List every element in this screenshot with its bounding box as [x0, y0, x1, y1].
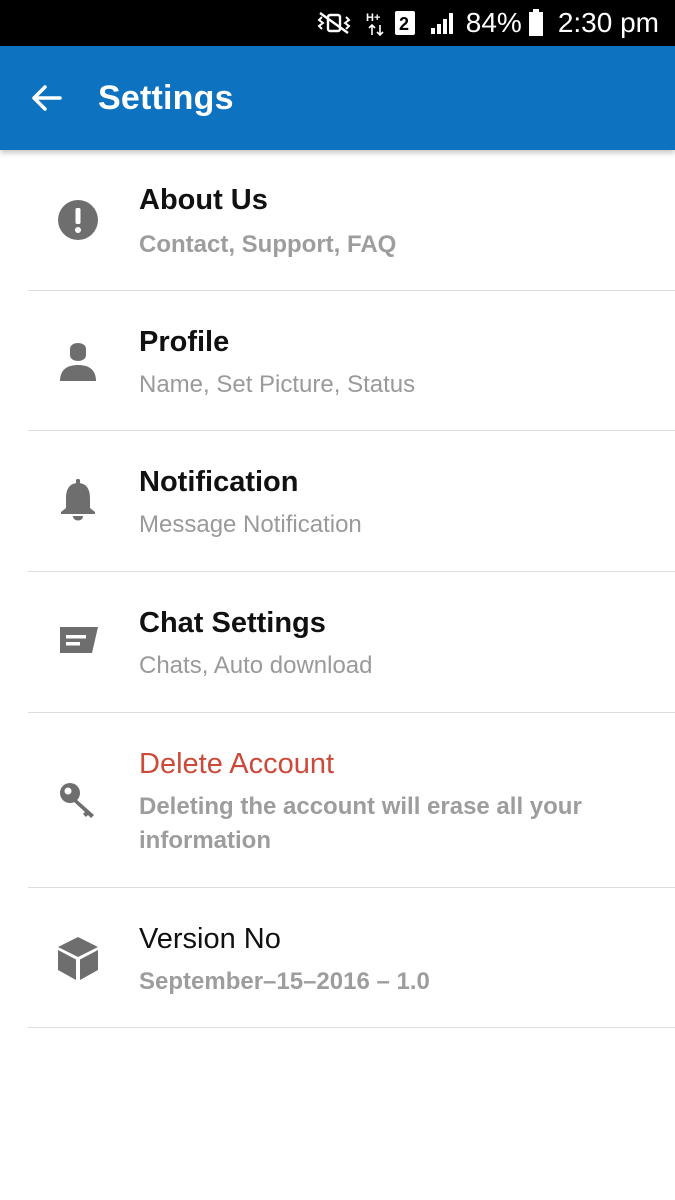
signal-icon [430, 11, 456, 35]
key-icon [54, 777, 102, 825]
page-title: Settings [98, 78, 234, 117]
item-subtitle: Deleting the account will erase all your… [139, 793, 582, 854]
item-title: Chat Settings [139, 607, 326, 639]
item-subtitle: Contact, Support, FAQ [139, 231, 397, 258]
alert-circle-icon [54, 196, 102, 244]
item-subtitle: Chats, Auto download [139, 652, 373, 679]
item-title: Delete Account [139, 748, 335, 780]
settings-item-about-us[interactable]: About Us Contact, Support, FAQ [28, 150, 675, 291]
chat-icon [54, 618, 102, 666]
settings-item-chat-settings[interactable]: Chat Settings Chats, Auto download [28, 572, 675, 713]
settings-list: About Us Contact, Support, FAQ Profile N… [0, 150, 675, 1028]
box-icon [54, 934, 102, 982]
status-bar: H+ 2 84% 2:30 pm [0, 0, 675, 46]
settings-item-profile[interactable]: Profile Name, Set Picture, Status [28, 291, 675, 431]
bell-icon [54, 476, 102, 524]
person-icon [54, 335, 102, 383]
item-subtitle: Name, Set Picture, Status [139, 371, 416, 398]
item-title: Notification [139, 466, 299, 498]
item-subtitle: Message Notification [139, 511, 362, 538]
svg-text:H+: H+ [366, 12, 380, 24]
sim-2-icon: 2 [394, 10, 416, 36]
item-subtitle: September–15–2016 – 1.0 [139, 968, 430, 995]
app-bar: Settings [0, 46, 675, 150]
svg-text:2: 2 [399, 14, 409, 34]
vibrate-icon [316, 11, 352, 35]
settings-item-notification[interactable]: Notification Message Notification [28, 431, 675, 572]
item-title: Version No [139, 923, 281, 955]
back-button[interactable] [16, 68, 76, 128]
item-title: About Us [139, 184, 268, 216]
battery-icon [528, 9, 544, 37]
item-title: Profile [139, 326, 230, 358]
battery-percent: 84% [465, 7, 522, 38]
network-hplus-icon: H+ [366, 10, 388, 36]
clock: 2:30 pm [557, 7, 659, 38]
settings-item-version[interactable]: Version No September–15–2016 – 1.0 [28, 888, 675, 1028]
arrow-left-icon [32, 85, 62, 111]
settings-item-delete-account[interactable]: Delete Account Deleting the account will… [28, 713, 675, 888]
